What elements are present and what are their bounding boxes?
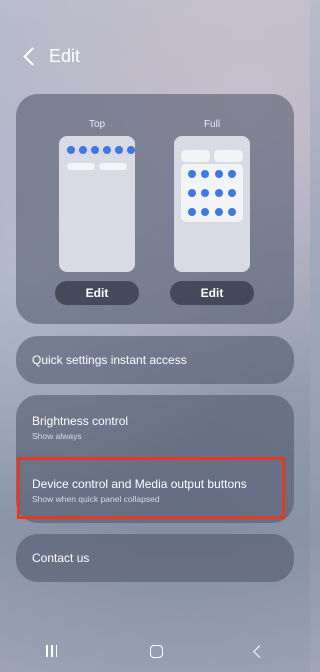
- top-edit-button[interactable]: Edit: [55, 281, 139, 305]
- preview-grid: [181, 164, 243, 222]
- tile-dot: [215, 189, 223, 197]
- preview-bar: [99, 163, 127, 170]
- brightness-control-item[interactable]: Brightness control Show always: [32, 414, 128, 441]
- tile-dot: [215, 208, 223, 216]
- brightness-sub: Show always: [32, 431, 82, 441]
- tile-dot: [228, 170, 236, 178]
- tile-dot: [188, 189, 196, 197]
- contact-us-item[interactable]: Contact us: [16, 534, 294, 582]
- tile-dot: [201, 208, 209, 216]
- tile-dot: [201, 189, 209, 197]
- full-layout-label: Full: [203, 119, 221, 130]
- recent-apps-icon[interactable]: [46, 645, 58, 657]
- tile-dot: [201, 170, 209, 178]
- quick-settings-instant-access-item[interactable]: Quick settings instant access: [16, 336, 294, 384]
- preview-block: [214, 150, 243, 162]
- tile-dot: [127, 146, 135, 154]
- tile-dot: [188, 208, 196, 216]
- tile-dot: [103, 146, 111, 154]
- highlight-box: [17, 457, 285, 519]
- tile-dot: [91, 146, 99, 154]
- brightness-label: Brightness control: [32, 414, 129, 428]
- tile-dot: [115, 146, 123, 154]
- top-layout-label: Top: [88, 119, 106, 130]
- back-chevron-icon[interactable]: [23, 47, 42, 66]
- preview-bar: [67, 163, 95, 170]
- tile-dot: [215, 170, 223, 178]
- top-layout-preview[interactable]: [59, 136, 135, 272]
- full-layout-preview[interactable]: [174, 136, 250, 272]
- full-edit-button[interactable]: Edit: [170, 281, 254, 305]
- home-icon[interactable]: [149, 644, 163, 658]
- tile-dot: [67, 146, 75, 154]
- contact-label: Contact us: [32, 551, 90, 565]
- nav-back-icon[interactable]: [253, 644, 266, 658]
- tile-dot: [188, 170, 196, 178]
- page-title: Edit: [49, 46, 81, 66]
- navigation-bar: [0, 630, 310, 672]
- preview-block: [181, 150, 210, 162]
- header: Edit: [22, 46, 80, 67]
- tile-dot: [228, 189, 236, 197]
- tile-dot: [79, 146, 87, 154]
- tile-dot: [228, 208, 236, 216]
- layout-card: Top Edit Full Edit: [16, 94, 294, 324]
- quick-access-label: Quick settings instant access: [32, 353, 187, 367]
- top-dots-row: [67, 146, 135, 154]
